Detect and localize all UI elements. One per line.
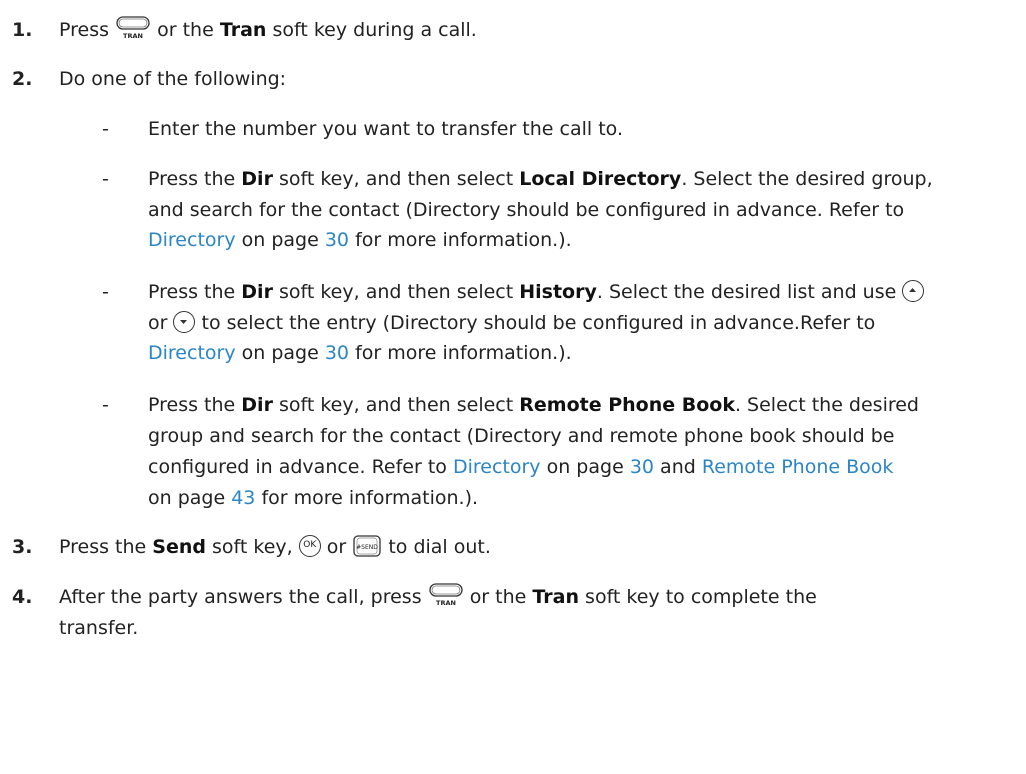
bullet-dash: -: [102, 168, 109, 190]
tran-softkey-label: Tran: [219, 19, 267, 41]
tran-key-icon: TRAN: [428, 582, 464, 608]
step-number: 3.: [12, 536, 33, 558]
step-text: Press: [59, 19, 110, 41]
page-link[interactable]: 30: [325, 229, 349, 251]
remote-phone-book-link[interactable]: Remote Phone Book: [702, 456, 894, 478]
up-arrow-key-icon: [902, 279, 925, 302]
down-arrow-key-icon: [173, 310, 196, 333]
step-number: 1.: [12, 19, 33, 41]
directory-link[interactable]: Directory: [453, 456, 541, 478]
tran-icon-label: TRAN: [436, 599, 456, 607]
step-text: Do one of the following:: [59, 68, 287, 90]
step-number: 4.: [12, 586, 33, 608]
bullet-dash: -: [102, 394, 109, 416]
send-icon-label: #SEND: [356, 544, 378, 551]
tran-key-icon: TRAN: [115, 15, 151, 41]
directory-link[interactable]: Directory: [148, 229, 236, 251]
ok-key-icon: OK: [298, 534, 321, 557]
send-softkey-label: Send: [152, 536, 206, 558]
local-directory-label: Local Directory: [519, 168, 682, 190]
page-link[interactable]: 30: [325, 342, 349, 364]
send-key-icon: #SEND: [352, 534, 382, 558]
remote-phone-book-label: Remote Phone Book: [519, 394, 735, 416]
dir-softkey-label: Dir: [241, 281, 273, 303]
dir-softkey-label: Dir: [241, 394, 273, 416]
tran-softkey-label: Tran: [532, 586, 579, 608]
document-page: 1. Press TRAN or the Tran soft key durin…: [0, 0, 1026, 774]
bullet-dash: -: [102, 118, 109, 140]
page-link[interactable]: 43: [231, 487, 255, 509]
bullet-dash: -: [102, 281, 109, 303]
tran-icon-label: TRAN: [123, 32, 143, 40]
page-link[interactable]: 30: [630, 456, 654, 478]
dir-softkey-label: Dir: [241, 168, 273, 190]
option-text: Enter the number you want to transfer th…: [148, 118, 623, 140]
history-label: History: [519, 281, 597, 303]
directory-link[interactable]: Directory: [148, 342, 236, 364]
step-number: 2.: [12, 68, 33, 90]
